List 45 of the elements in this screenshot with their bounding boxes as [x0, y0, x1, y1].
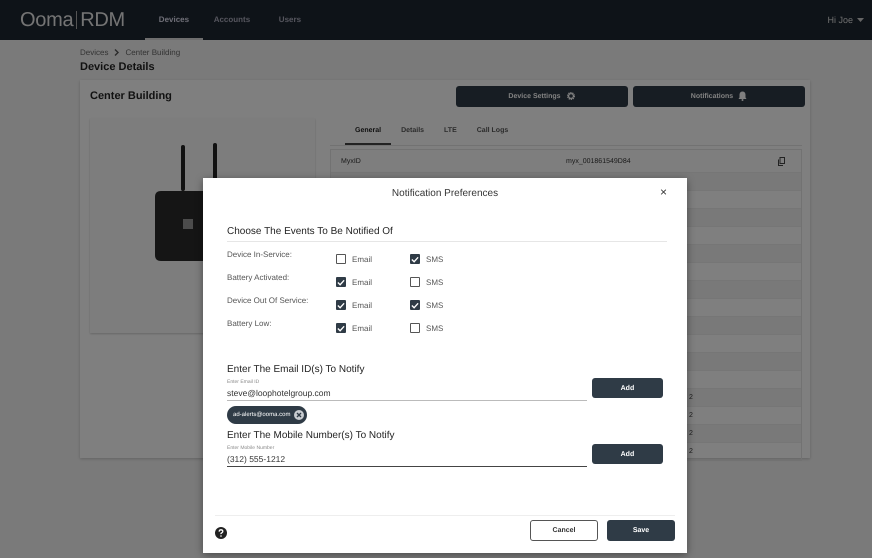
nav-tab[interactable]: Users [260, 0, 319, 40]
checkbox[interactable] [336, 323, 346, 333]
input-field[interactable]: steve@loophotelgroup.com [227, 385, 587, 398]
user-menu[interactable]: Hi Joe [827, 15, 853, 25]
checkbox-label: Email [352, 278, 372, 286]
section-heading: Choose The Events To Be Notified Of [227, 226, 667, 242]
checkbox[interactable] [410, 300, 420, 310]
logo-suffix: RDM [80, 8, 125, 32]
checkbox-label: Email [352, 254, 372, 264]
checkbox[interactable] [410, 323, 420, 333]
checkbox[interactable] [336, 300, 346, 310]
input-field[interactable]: (312) 555-1212 [227, 451, 587, 464]
copy-icon[interactable] [778, 156, 785, 166]
checkbox[interactable] [336, 277, 346, 287]
checkbox-label: Email [352, 324, 372, 332]
nav-tab[interactable]: Devices [144, 0, 203, 40]
breadcrumb-current: Center Building [125, 48, 180, 57]
event-label: Device In-Service: [227, 250, 293, 259]
help-icon[interactable] [215, 527, 227, 539]
bell-icon [738, 91, 748, 101]
event-label: Battery Activated: [227, 273, 290, 282]
section-heading: Enter The Email ID(s) To Notify [227, 364, 366, 377]
checkbox[interactable] [410, 277, 420, 287]
checkbox-label: Email [352, 300, 372, 310]
chevron-icon [114, 49, 120, 56]
event-label: Battery Low: [227, 319, 272, 328]
card-title: Center Building [90, 90, 172, 102]
remove-icon[interactable] [294, 410, 304, 420]
checkbox-label: SMS [426, 300, 444, 310]
checkbox[interactable] [336, 254, 346, 264]
checkbox[interactable] [410, 254, 420, 264]
event-label: Device Out Of Service: [227, 296, 310, 305]
logo-divider [76, 11, 78, 29]
dialog-title: Notification Preferences [392, 188, 498, 198]
gear-icon [566, 91, 576, 101]
breadcrumb-link[interactable]: Devices [80, 48, 108, 57]
caret-icon[interactable] [857, 18, 864, 22]
checkbox-label: SMS [426, 254, 444, 264]
checkbox-label: SMS [426, 278, 444, 286]
section-heading: Enter The Mobile Number(s) To Notify [227, 430, 396, 443]
checkbox-label: SMS [426, 324, 444, 332]
page-title: Device Details [80, 61, 156, 73]
nav-tab[interactable]: Accounts [202, 0, 261, 40]
logo: Ooma [20, 8, 74, 32]
close-button[interactable]: × [658, 186, 669, 198]
